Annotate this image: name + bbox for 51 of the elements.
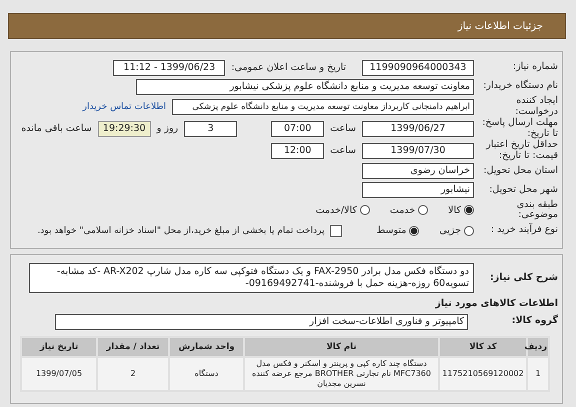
radio-option[interactable]: متوسط	[376, 225, 420, 236]
field-label: گروه کالا:	[510, 316, 558, 327]
column-header: تاریخ نیاز	[22, 338, 96, 356]
announce-date-field: 1399/06/23 - 11:12	[113, 60, 226, 76]
column-header: تعداد / مقدار	[98, 338, 168, 356]
field-label: شهر محل تحویل:	[488, 184, 558, 196]
payment-checkbox[interactable]	[330, 224, 342, 237]
requester-field: ابراهیم دامنجانی کاربرداز معاونت توسعه مدیریت و منابع دانشگاه علوم پزشکی	[172, 98, 474, 115]
field-label: حداقل تاریخ اعتبار قیمت: تا تاریخ:	[484, 140, 558, 162]
page-title: جزئیات اطلاعات نیاز	[458, 20, 543, 32]
field-label: نوع فرآیند خرید :	[490, 225, 558, 236]
radio-option[interactable]: خدمت	[390, 204, 428, 216]
buyer-field: معاونت توسعه مدیریت و منابع دانشگاه علوم پزشکی نیشابور	[136, 78, 474, 94]
table-cell: 1	[528, 358, 548, 390]
table-cell: دستگاه	[170, 358, 243, 390]
radio-option[interactable]: کالا/خدمت	[316, 204, 370, 216]
time-label: ساعت	[330, 145, 356, 156]
column-header: نام کالا	[245, 338, 438, 356]
city-field: نیشابور	[362, 182, 474, 198]
field-label: استان محل تحویل:	[482, 166, 558, 176]
column-header: کد کالا	[440, 338, 526, 356]
field-label: شماره نیاز:	[512, 62, 558, 73]
description-field: دو دستگاه فکس مدل برادر FAX-2950 و یک دستگاه فتوکپی سه کاره مدل شارپ AR-X202 -کد مشابه-تسویه60 روزه-هزینه حمل با فروشنده-09169492741-	[29, 263, 474, 293]
radio-option[interactable]: جزیی	[439, 225, 474, 236]
validity-time-field: 12:00	[271, 142, 324, 159]
section-title: اطلاعات کالاهای مورد نیاز	[434, 298, 558, 309]
field-label: تاریخ و ساعت اعلان عمومی:	[231, 62, 346, 73]
column-header: واحد شمارش	[170, 338, 243, 356]
deadline-time-field: 07:00	[271, 120, 324, 137]
field-label: ایجاد کننده درخواست:	[514, 96, 558, 118]
province-field: خراسان رضوی	[362, 163, 474, 180]
field-label: شرح کلی نیاز:	[488, 272, 558, 284]
table-cell: 2	[98, 358, 168, 390]
remaining-time-field: 19:29:30	[98, 120, 151, 137]
table-cell: 1175210569120002	[440, 358, 526, 390]
time-label: ساعت	[330, 123, 356, 134]
radio-option[interactable]: کالا	[448, 204, 474, 216]
goods-group-field: کامپیوتر و فناوری اطلاعات-سخت افزار	[55, 314, 468, 330]
field-label: مهلت ارسال پاسخ: تا تاریخ:	[481, 118, 558, 139]
need-number-field: 1199090964000343	[362, 60, 474, 76]
field-label: طبقه بندی موضوعی:	[516, 200, 558, 222]
field-label: نام دستگاه خریدار:	[482, 81, 558, 92]
days-field: 3	[184, 120, 238, 137]
deadline-date-field: 1399/06/27	[362, 120, 474, 137]
table-cell: دستگاه چند کاره کپی و پرینتر و اسکنر و فکس مدل MFC7360 نام تجارتی BROTHER مرجع عرضه کننده نسرین مجدیان	[245, 358, 438, 390]
validity-date-field: 1399/07/30	[362, 142, 474, 159]
payment-text: پرداخت تمام یا بخشی از مبلغ خرید،از محل "اسناد خزانه اسلامی" خواهد بود.	[37, 226, 324, 236]
remaining-label: ساعت باقی مانده	[21, 123, 92, 134]
table-cell: 1399/07/05	[22, 358, 96, 390]
buyer-contact-link[interactable]: اطلاعات تماس خریدار	[82, 102, 166, 112]
days-label: روز و	[156, 123, 178, 134]
